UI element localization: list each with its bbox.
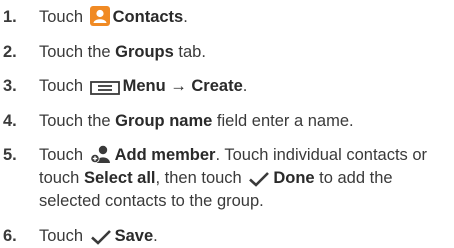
checkmark-icon [90, 229, 112, 245]
step-6: 6. Touch Save. [0, 225, 454, 248]
step-2: 2. Touch the Groups tab. [0, 41, 454, 64]
step-number: 3. [3, 77, 17, 95]
step-number: 6. [3, 226, 17, 245]
step-number: 4. [3, 111, 17, 130]
step-4: 4. Touch the Group name field enter a na… [0, 110, 454, 133]
step-text: , then touch [155, 169, 242, 187]
step-text-end: . [242, 77, 248, 95]
add-member-label: Add member [114, 146, 216, 164]
step-5-line-1: Touch Add member. Touch individual conta… [39, 144, 454, 167]
step-text: Touch [39, 8, 84, 26]
groups-tab-label: Groups [115, 42, 174, 61]
step-3: 3. Touch Menu → Create. [0, 75, 454, 98]
step-text-end: . [153, 226, 158, 245]
step-number: 5. [3, 146, 17, 164]
step-5-line-3: selected contacts to the group. [39, 190, 454, 213]
add-member-icon [90, 144, 112, 164]
step-number: 1. [3, 8, 17, 26]
done-label: Done [273, 169, 315, 187]
menu-icon [89, 81, 120, 95]
create-label: Create [191, 77, 243, 95]
step-1: 1. Touch Contacts. [0, 6, 454, 29]
step-number: 2. [3, 42, 17, 61]
step-5-line-2: touch Select all, then touch Done to add… [39, 167, 454, 190]
step-text: Touch [39, 77, 84, 95]
step-text: Touch the [39, 42, 116, 61]
step-text: to add the [314, 169, 393, 187]
step-text-end: field enter a name. [212, 111, 354, 130]
contacts-app-icon [89, 6, 110, 26]
step-text: touch [39, 169, 84, 187]
step-text-end: . [183, 8, 188, 26]
group-name-label: Group name [115, 111, 213, 130]
checkmark-icon [248, 171, 270, 187]
step-5: 5. Touch Add member. Touch individual co… [0, 144, 454, 213]
instruction-list: 1. Touch Contacts. 2. Touch the Groups t… [0, 0, 454, 248]
select-all-label: Select all [83, 169, 156, 187]
step-text: . Touch individual contacts or [215, 146, 428, 164]
step-text: Touch [39, 226, 84, 245]
step-text: selected contacts to the group. [39, 192, 264, 210]
step-text-end: tab. [173, 42, 206, 61]
menu-label: Menu [122, 77, 166, 95]
save-label: Save [114, 226, 154, 245]
arrow-separator: → [165, 77, 192, 95]
step-text: Touch the [39, 111, 116, 130]
contacts-label: Contacts [112, 8, 184, 26]
step-text: Touch [39, 146, 84, 164]
